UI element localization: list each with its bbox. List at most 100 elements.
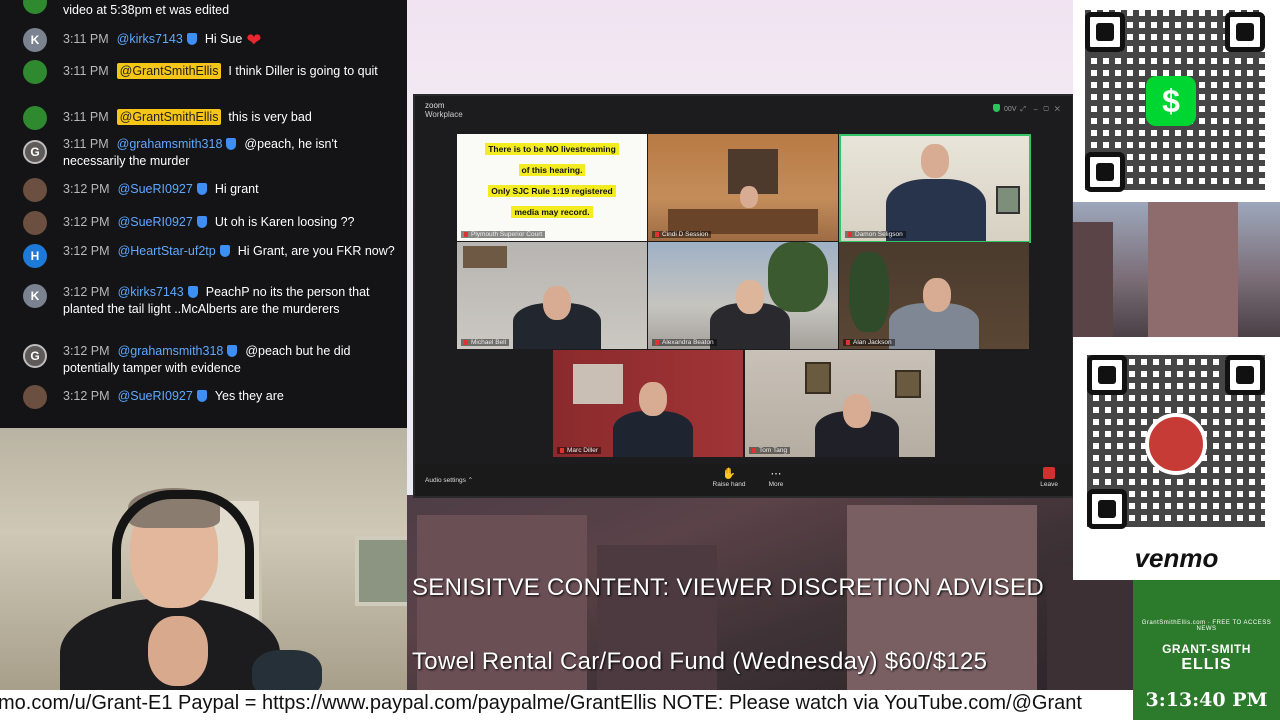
participant-name: Alan Jackson — [843, 339, 895, 346]
avatar: K — [23, 284, 47, 308]
chat-username[interactable]: @SueRI0927 — [118, 182, 193, 196]
zoom-app-name: zoom — [425, 101, 445, 110]
member-badge-icon — [196, 390, 207, 402]
chat-message: video at 5:38pm et was edited — [0, 0, 400, 20]
timestamp: 3:11 PM — [63, 110, 109, 124]
notice-line: Only SJC Rule 1:19 registered — [457, 185, 647, 197]
venmo-profile-icon — [1145, 413, 1207, 475]
leave-icon — [1043, 467, 1056, 479]
timestamp: 3:12 PM — [63, 285, 110, 299]
participant-head — [923, 278, 951, 312]
video-tile-active-speaker[interactable]: Damon Seligson — [839, 134, 1031, 243]
participant-name: Michael Bell — [461, 339, 510, 346]
avatar — [23, 60, 47, 84]
member-badge-icon — [196, 216, 207, 228]
video-tile-participant[interactable]: Marc Diller — [553, 350, 743, 457]
heart-emoji-icon: ❤ — [246, 30, 262, 50]
more-button[interactable]: ⋯ More — [756, 467, 796, 488]
chat-username[interactable]: @HeartStar-uf2tp — [118, 244, 216, 258]
video-tile-judge[interactable]: Cindi D Session — [648, 134, 838, 241]
cashapp-qr-code: $ — [1073, 0, 1280, 202]
content-warning: SENISITVE CONTENT: VIEWER DISCRETION ADV… — [412, 574, 1044, 601]
chat-text: Yes they are — [214, 389, 284, 403]
zoom-workplace-title: Workplace — [425, 110, 463, 119]
qr-finder — [1085, 12, 1125, 52]
building — [1148, 202, 1238, 337]
chat-username[interactable]: @SueRI0927 — [118, 215, 193, 229]
video-tile-participant[interactable]: Alexandra Beaton — [648, 242, 838, 349]
timestamp: 3:12 PM — [63, 389, 110, 403]
video-tile-participant[interactable]: Michael Bell — [457, 242, 647, 349]
timestamp: 3:12 PM — [63, 244, 110, 258]
chat-text: video at 5:38pm et was edited — [63, 3, 230, 17]
wall-frame — [895, 370, 921, 398]
chat-message: 3:12 PM @SueRI0927 Yes they are — [0, 385, 400, 409]
member-badge-icon — [226, 138, 237, 150]
chat-username-owner[interactable]: @GrantSmithEllis — [116, 109, 222, 125]
video-tile-court[interactable]: There is to be NO livestreaming of this … — [457, 134, 647, 241]
member-badge-icon — [227, 345, 238, 357]
notice-line: media may record. — [457, 206, 647, 218]
timestamp: 3:11 PM — [63, 32, 109, 46]
participant-head — [639, 382, 667, 416]
chat-message: 3:11 PM @GrantSmithEllis this is very bad — [0, 106, 400, 130]
avatar — [23, 0, 47, 14]
chat-message: K 3:12 PM @kirks7143 PeachP no its the per… — [0, 284, 400, 336]
avatar — [23, 385, 47, 409]
notice-line: of this hearing. — [457, 164, 647, 176]
chat-username[interactable]: @kirks7143 — [118, 285, 184, 299]
qr-finder — [1087, 489, 1127, 529]
chat-username[interactable]: @grahamsmith318 — [117, 137, 223, 151]
qr-finder — [1225, 12, 1265, 52]
raise-hand-button[interactable]: ✋ Raise hand — [709, 467, 749, 488]
avatar: G — [23, 344, 47, 368]
logo-name-line1: GRANT-SMITH — [1162, 642, 1251, 656]
wall-frame — [805, 362, 831, 394]
member-badge-icon — [187, 286, 198, 298]
chat-message: 3:11 PM @GrantSmithEllis I think Diller i… — [0, 60, 400, 96]
qr-finder — [1225, 355, 1265, 395]
chat-message: 3:12 PM @SueRI0927 Hi grant — [0, 178, 400, 202]
participant-name: Cindi D Session — [652, 231, 712, 238]
chat-username[interactable]: @SueRI0927 — [118, 389, 193, 403]
participant-name: Damon Seligson — [845, 231, 906, 238]
zoom-window-title: zoom Workplace — [425, 101, 463, 119]
chat-message: H 3:12 PM @HeartStar-uf2tp Hi Grant, are y… — [0, 243, 400, 279]
chat-username[interactable]: @kirks7143 — [117, 32, 183, 46]
zoom-toolbar: Audio settings ⌃ ✋ Raise hand ⋯ More Leave — [415, 464, 1072, 496]
venmo-qr-code: venmo — [1073, 337, 1280, 580]
chat-username[interactable]: @grahamsmith318 — [118, 344, 224, 358]
chat-message: 3:12 PM @SueRI0927 Ut oh is Karen loosing … — [0, 211, 400, 235]
timestamp: 3:11 PM — [63, 137, 109, 151]
leave-button[interactable]: Leave — [1040, 467, 1058, 488]
zoom-view-label: 00V — [1004, 106, 1017, 113]
more-icon: ⋯ — [770, 468, 782, 480]
clock: 3:13:40 PM — [1133, 686, 1280, 720]
member-badge-icon — [196, 183, 207, 195]
avatar — [23, 178, 47, 202]
avatar — [23, 211, 47, 235]
video-tile-participant[interactable]: Alan Jackson — [839, 242, 1029, 349]
wall-frame — [573, 364, 623, 404]
fund-banner: Towel Rental Car/Food Fund (Wednesday) $… — [412, 648, 988, 675]
participant-head — [543, 286, 571, 320]
timestamp: 3:12 PM — [63, 344, 110, 358]
logo-tagline: GrantSmithEllis.com · FREE TO ACCESS NEW… — [1141, 620, 1272, 632]
avatar: H — [23, 244, 47, 268]
chat-text: Hi Sue — [204, 32, 243, 46]
member-badge-icon — [186, 33, 197, 45]
participant-name: Alexandra Beaton — [652, 339, 717, 346]
audio-settings-button[interactable]: Audio settings ⌃ — [425, 476, 473, 484]
zoom-window-controls[interactable]: 00V ⤢ – ▢ ✕ — [993, 104, 1060, 114]
video-tile-participant[interactable]: Tom Tang — [745, 350, 935, 457]
participant-name: Marc Diller — [557, 447, 602, 454]
webcam-hand — [148, 616, 208, 686]
chat-message: G 3:11 PM @grahamsmith318 @peach, he isn't… — [0, 136, 400, 172]
plant — [768, 242, 828, 312]
member-badge-icon — [219, 245, 230, 257]
plant — [849, 252, 889, 332]
participant-body — [613, 411, 693, 457]
timestamp: 3:12 PM — [63, 215, 110, 229]
chat-username-owner[interactable]: @GrantSmithEllis — [116, 63, 222, 79]
qr-finder — [1085, 152, 1125, 192]
